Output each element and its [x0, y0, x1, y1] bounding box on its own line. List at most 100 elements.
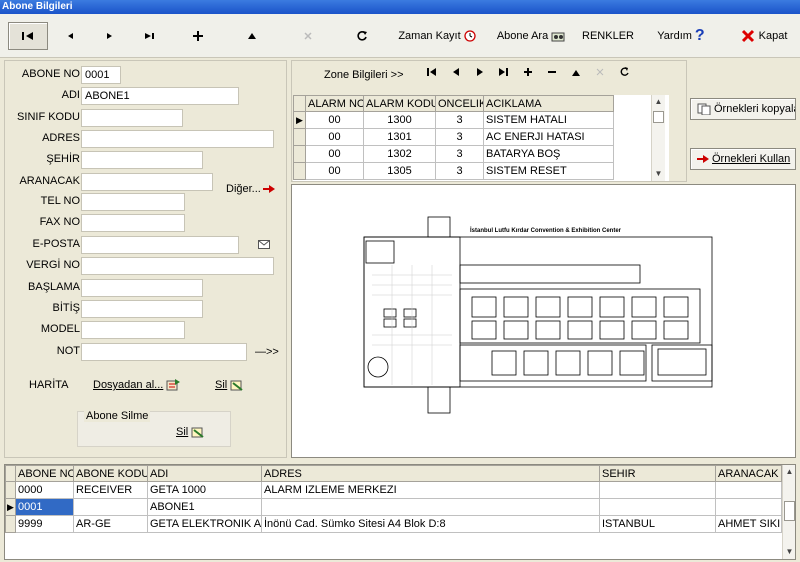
- cancel-edit-button[interactable]: [296, 22, 320, 50]
- table-cell[interactable]: 00: [305, 111, 364, 129]
- table-cell[interactable]: 00: [305, 145, 364, 163]
- table-cell[interactable]: ALARM IZLEME MERKEZI: [261, 481, 600, 499]
- table-cell[interactable]: AC ENERJI HATASI: [483, 128, 614, 146]
- table-cell[interactable]: GETA ELEKTRONIK A.Ş: [147, 515, 262, 533]
- table-cell[interactable]: BATARYA BOŞ: [483, 145, 614, 163]
- table-cell[interactable]: [261, 498, 600, 516]
- zone-delete-button[interactable]: [540, 67, 564, 80]
- table-cell[interactable]: İnönü Cad. Sümko Sitesi A4 Blok D:8: [261, 515, 600, 533]
- ornekleri-kopyala-button[interactable]: Örnekleri kopyala: [690, 98, 796, 120]
- table-cell[interactable]: 00: [305, 128, 364, 146]
- zone-header-aciklama[interactable]: ACIKLAMA: [483, 95, 614, 112]
- abone-sil-button[interactable]: Sil: [176, 426, 205, 438]
- table-row[interactable]: 00 1302 3 BATARYA BOŞ: [293, 145, 614, 163]
- scroll-up-icon[interactable]: ▲: [652, 95, 665, 109]
- sub-header-adres[interactable]: ADRES: [261, 465, 600, 482]
- table-cell[interactable]: 1305: [363, 162, 436, 180]
- zaman-kayit-button[interactable]: Zaman Kayıt: [398, 22, 476, 50]
- table-cell[interactable]: 1300: [363, 111, 436, 129]
- harita-sil-button[interactable]: Sil: [215, 379, 244, 391]
- zone-header-alarm-kodu[interactable]: ALARM KODU: [363, 95, 436, 112]
- baslama-field[interactable]: [81, 279, 203, 297]
- last-record-button[interactable]: [138, 22, 162, 50]
- refresh-button[interactable]: [350, 22, 374, 50]
- zone-header-alarm-no[interactable]: ALARM NO: [305, 95, 364, 112]
- zone-last-button[interactable]: [492, 67, 516, 80]
- sehir-field[interactable]: [81, 151, 203, 169]
- ornekleri-kullan-button[interactable]: Örnekleri Kullan: [690, 148, 796, 170]
- not-expand-button[interactable]: —>>: [255, 346, 279, 358]
- zone-add-button[interactable]: [516, 67, 540, 80]
- next-record-button[interactable]: [98, 22, 122, 50]
- model-field[interactable]: [81, 321, 185, 339]
- table-cell[interactable]: [715, 498, 782, 516]
- dosyadan-al-button[interactable]: Dosyadan al...: [93, 379, 181, 391]
- e-posta-field[interactable]: [81, 236, 239, 254]
- first-record-button[interactable]: [8, 22, 48, 50]
- scroll-thumb[interactable]: [653, 111, 664, 123]
- table-cell[interactable]: AR-GE: [73, 515, 148, 533]
- table-row[interactable]: ▶ 0001 ABONE1: [5, 498, 782, 516]
- tel-no-field[interactable]: [81, 193, 185, 211]
- table-cell[interactable]: 9999: [15, 515, 74, 533]
- zone-prev-button[interactable]: [444, 67, 468, 80]
- adres-field[interactable]: [81, 130, 274, 148]
- subscriber-scrollbar[interactable]: ▲ ▼: [782, 465, 795, 559]
- scroll-thumb[interactable]: [784, 501, 795, 521]
- table-cell[interactable]: AHMET SIKI: [715, 515, 782, 533]
- table-row[interactable]: ▶ 00 1300 3 SISTEM HATALI: [293, 111, 614, 129]
- aranacak-field[interactable]: [81, 173, 213, 191]
- adi-field[interactable]: ABONE1: [81, 87, 239, 105]
- prev-record-button[interactable]: [58, 22, 82, 50]
- scroll-down-icon[interactable]: ▼: [783, 545, 795, 559]
- table-row[interactable]: 00 1301 3 AC ENERJI HATASI: [293, 128, 614, 146]
- email-icon[interactable]: [258, 240, 270, 249]
- table-cell[interactable]: 3: [435, 128, 484, 146]
- table-cell[interactable]: SISTEM RESET: [483, 162, 614, 180]
- table-cell[interactable]: RECEIVER: [73, 481, 148, 499]
- table-cell[interactable]: 3: [435, 145, 484, 163]
- scroll-down-icon[interactable]: ▼: [652, 167, 665, 181]
- table-row[interactable]: 9999 AR-GE GETA ELEKTRONIK A.Ş İnönü Cad…: [5, 515, 782, 533]
- table-cell[interactable]: 3: [435, 111, 484, 129]
- table-row[interactable]: 0000 RECEIVER GETA 1000 ALARM IZLEME MER…: [5, 481, 782, 499]
- table-cell[interactable]: 1301: [363, 128, 436, 146]
- zone-header-oncelik[interactable]: ONCELIK: [435, 95, 484, 112]
- fax-no-field[interactable]: [81, 214, 185, 232]
- table-row[interactable]: 00 1305 3 SISTEM RESET: [293, 162, 614, 180]
- zone-refresh-button[interactable]: [612, 67, 636, 80]
- table-cell[interactable]: [599, 481, 716, 499]
- table-cell[interactable]: 0000: [15, 481, 74, 499]
- zone-scrollbar[interactable]: ▲ ▼: [651, 95, 665, 181]
- sub-header-abone-no[interactable]: ABONE NO: [15, 465, 74, 482]
- renkler-button[interactable]: RENKLER: [580, 22, 636, 50]
- table-cell[interactable]: ISTANBUL: [599, 515, 716, 533]
- table-cell[interactable]: SISTEM HATALI: [483, 111, 614, 129]
- zone-next-button[interactable]: [468, 67, 492, 80]
- sub-header-abone-kodu[interactable]: ABONE KODU: [73, 465, 148, 482]
- floor-plan-map[interactable]: İstanbul Lutfu Kırdar Convention & Exhib…: [291, 184, 796, 458]
- not-field[interactable]: [81, 343, 247, 361]
- zone-first-button[interactable]: [420, 67, 444, 80]
- sub-header-adi[interactable]: ADI: [147, 465, 262, 482]
- table-cell-selected[interactable]: 0001: [15, 498, 74, 516]
- abone-ara-button[interactable]: Abone Ara: [494, 22, 568, 50]
- yardim-button[interactable]: Yardım ?: [652, 22, 710, 50]
- edit-record-button[interactable]: [240, 22, 264, 50]
- table-cell[interactable]: 00: [305, 162, 364, 180]
- table-cell[interactable]: 1302: [363, 145, 436, 163]
- abone-no-field[interactable]: 0001: [81, 66, 121, 84]
- bitis-field[interactable]: [81, 300, 203, 318]
- table-cell[interactable]: 3: [435, 162, 484, 180]
- kapat-button[interactable]: Kapat: [734, 22, 794, 50]
- table-cell[interactable]: [715, 481, 782, 499]
- zone-edit-button[interactable]: [564, 67, 588, 80]
- table-cell[interactable]: [73, 498, 148, 516]
- sub-header-aranacak[interactable]: ARANACAK: [715, 465, 782, 482]
- zone-cancel-button[interactable]: [588, 67, 612, 80]
- add-record-button[interactable]: [186, 22, 210, 50]
- vergi-no-field[interactable]: [81, 257, 274, 275]
- sub-header-sehir[interactable]: SEHIR: [599, 465, 716, 482]
- table-cell[interactable]: ABONE1: [147, 498, 262, 516]
- table-cell[interactable]: GETA 1000: [147, 481, 262, 499]
